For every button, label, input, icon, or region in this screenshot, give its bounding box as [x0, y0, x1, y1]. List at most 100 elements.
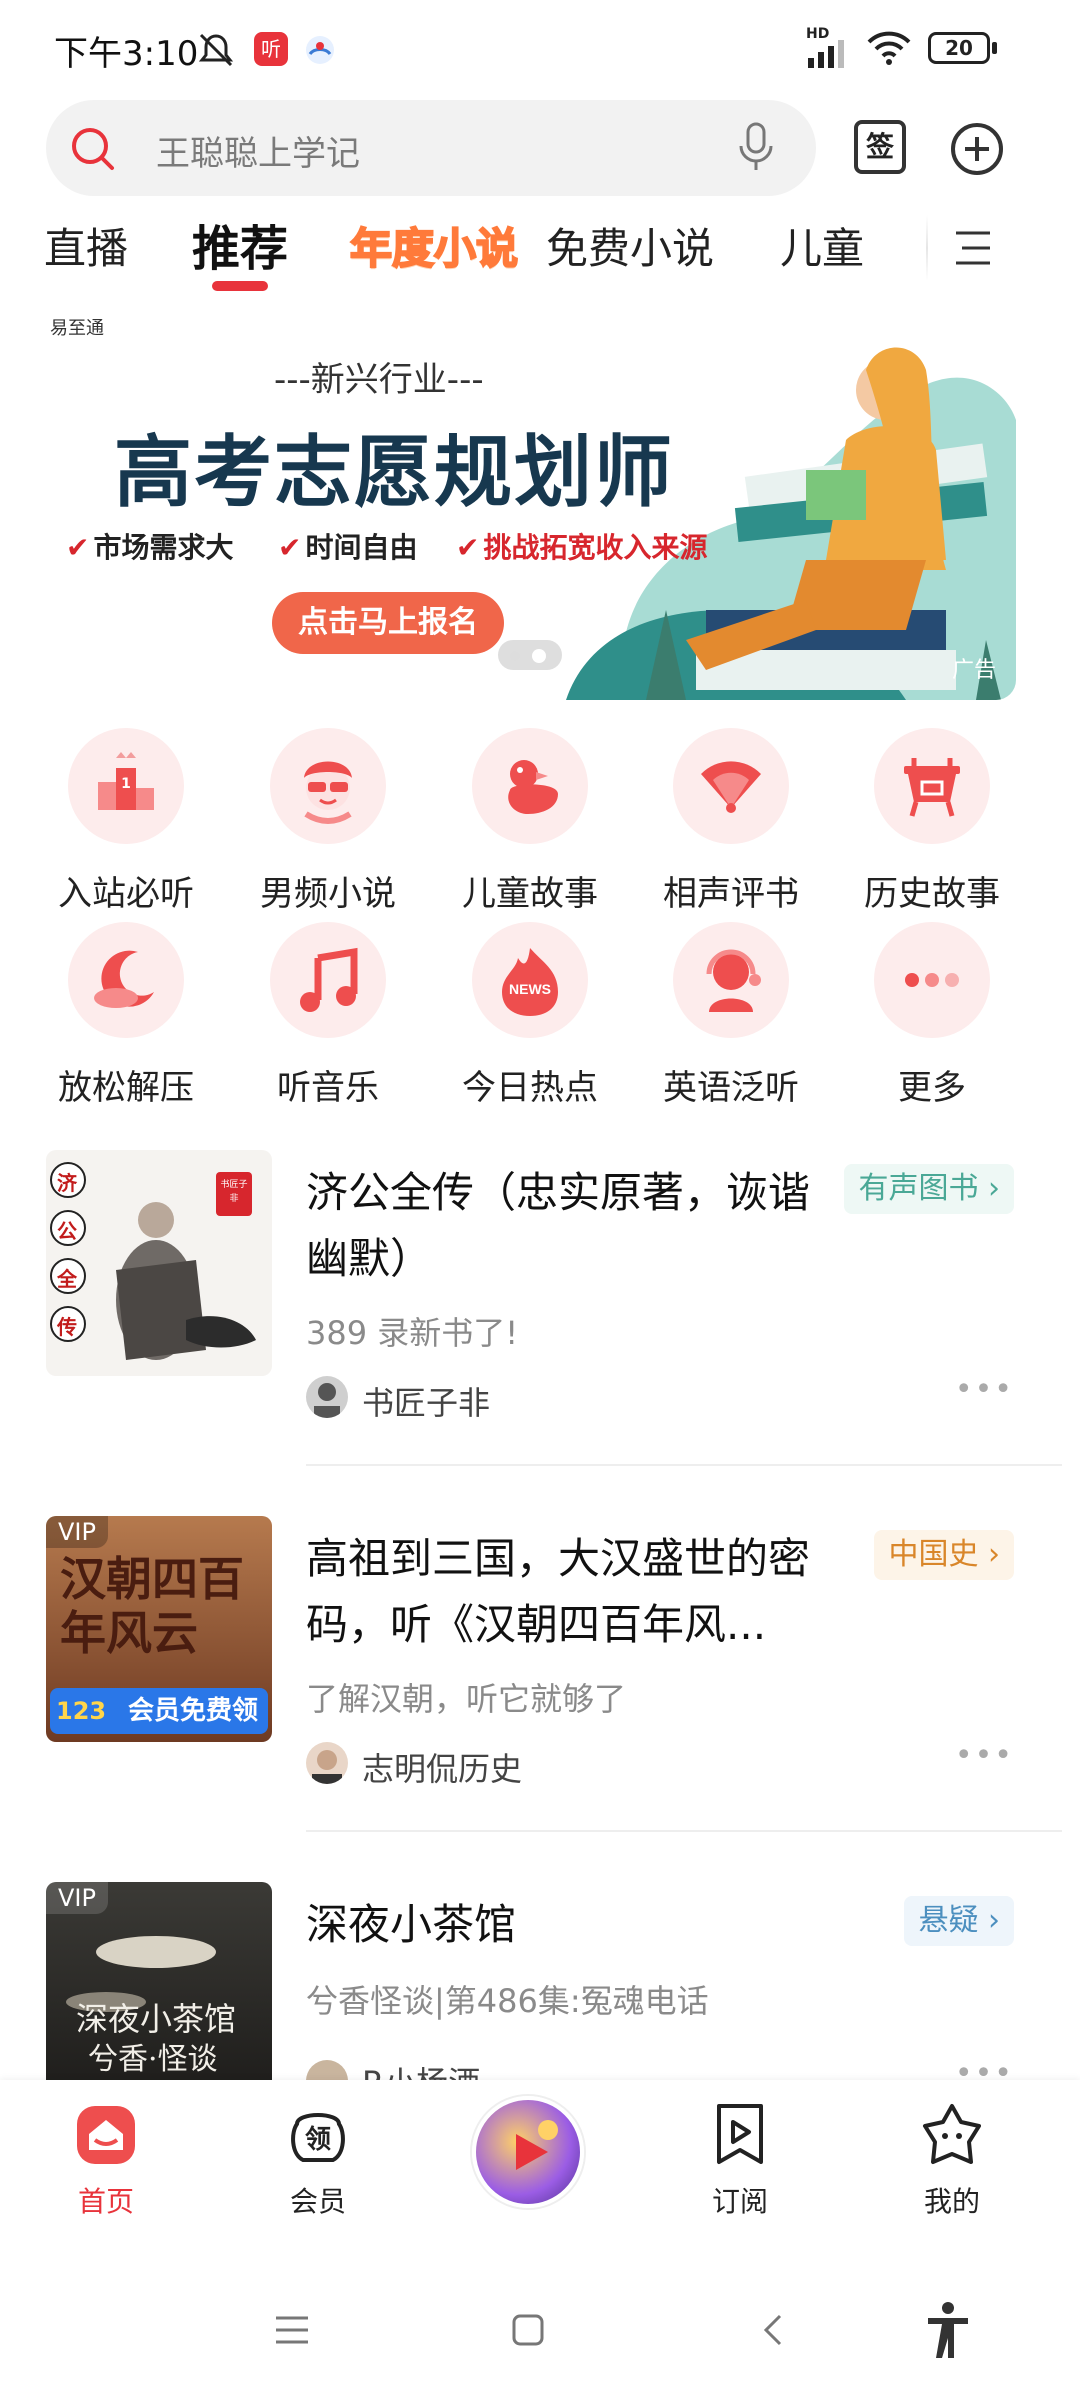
item-subtitle: 兮香怪谈|第486集:冤魂电话 — [306, 1982, 709, 2020]
category-label: 听音乐 — [277, 1068, 379, 1108]
category-label: 相声评书 — [663, 874, 799, 914]
svg-text:领: 领 — [305, 2124, 331, 2155]
category-label: 英语泛听 — [663, 1068, 799, 1108]
battery-tip — [992, 42, 997, 54]
cover-subtitle: 兮香·怪谈 — [88, 2042, 218, 2077]
podium-icon: 1 — [98, 752, 154, 810]
category-hot-news[interactable]: NEWS 今日热点 — [440, 922, 620, 1109]
item-title: 济公全传（忠实原著，诙谐幽默） — [306, 1168, 811, 1283]
category-more[interactable]: 更多 — [842, 922, 1022, 1109]
cover-char: 传 — [57, 1315, 77, 1339]
search-input[interactable]: 王聪聪上学记 — [46, 100, 816, 196]
category-relax[interactable]: 放松解压 — [36, 922, 216, 1109]
cover-image: VIP 深夜小茶馆 兮香·怪谈 — [46, 1882, 272, 2080]
category-kids-stories[interactable]: 儿童故事 — [440, 728, 620, 915]
ad-label: 广告 — [951, 658, 996, 683]
item-title: 高祖到三国，大汉盛世的密码，听《汉朝四百年风... — [306, 1534, 811, 1649]
tab-divider — [926, 215, 928, 281]
accessibility-icon[interactable] — [922, 2300, 974, 2360]
check-icon: ✔ — [278, 531, 302, 564]
category-label: 更多 — [898, 1068, 966, 1108]
star-face-icon — [923, 2104, 981, 2164]
tab-recommended[interactable]: 推荐 — [192, 209, 288, 279]
nav-profile[interactable]: 我的 — [882, 2100, 1022, 2220]
mute-bell-icon — [198, 33, 234, 67]
category-label: 儿童故事 — [462, 874, 598, 914]
category-english[interactable]: 英语泛听 — [641, 922, 821, 1109]
tab-annual-novels[interactable]: 年度小说 — [349, 215, 519, 276]
divider — [306, 1830, 1062, 1832]
battery-level: 20 — [945, 36, 973, 60]
more-options-icon[interactable]: ••• — [955, 1372, 1014, 1407]
category-label: 历史故事 — [864, 874, 1000, 914]
pagination-dot-active — [532, 649, 546, 663]
recents-menu-icon[interactable] — [272, 2310, 312, 2350]
promo-banner[interactable]: 易至通 ---新兴行业--- 高考志愿规划师 ✔ 市场需求大 ✔ 时间自由 ✔ 挑战拓… — [46, 310, 1016, 700]
status-time: 下午3:10 — [54, 34, 199, 74]
avatar-image — [312, 1750, 342, 1784]
category-crosstalk[interactable]: 相声评书 — [641, 728, 821, 915]
fan-icon — [701, 761, 761, 813]
category-label: 今日热点 — [462, 1068, 598, 1108]
item-tag[interactable]: 中国史 › — [874, 1530, 1014, 1580]
tab-free-novels[interactable]: 免费小说 — [546, 215, 714, 276]
avatar — [306, 2060, 348, 2080]
banner-feature-1: ✔ 市场需求大 — [66, 531, 234, 564]
author-name: 志明侃历史 — [362, 1750, 523, 1788]
more-options-icon[interactable]: ••• — [955, 1738, 1014, 1773]
more-options-icon[interactable]: ••• — [955, 2056, 1014, 2080]
back-icon[interactable] — [754, 2310, 794, 2350]
check-icon: ✔ — [66, 531, 90, 564]
list-item[interactable]: VIP 深夜小茶馆 兮香·怪谈 深夜小茶馆 悬疑 › 兮香怪谈|第486集:冤魂… — [0, 1882, 1080, 2080]
nav-home[interactable]: 首页 — [36, 2100, 176, 2220]
category-must-listen[interactable]: 1 入站必听 — [36, 728, 216, 915]
add-icon[interactable] — [950, 122, 1004, 176]
vip-badge: VIP — [46, 1516, 108, 1548]
headset-person-icon — [706, 949, 761, 1012]
bottom-navigation: 首页 领 会员 订阅 我的 — [0, 2080, 1080, 2260]
item-title: 深夜小茶馆 — [306, 1900, 517, 1949]
banner-brand: 易至通 — [50, 318, 104, 339]
bookmark-play-icon — [717, 2104, 763, 2164]
app-notification-icon-2 — [306, 36, 334, 64]
svg-text:NEWS: NEWS — [509, 981, 551, 997]
sign-in-button[interactable]: 签 — [854, 120, 906, 174]
category-label: 放松解压 — [58, 1068, 194, 1108]
list-item[interactable]: 济 公 全 传 书匠子非 济公全传（忠实原著，诙谐幽默） 有声图书 › 389 … — [0, 1150, 1080, 1480]
nav-label: 会员 — [289, 2185, 346, 2218]
cover-title: 汉朝四百年风云 — [60, 1552, 244, 1660]
battery-icon: 20 — [928, 32, 990, 64]
banner-title: 高考志愿规划师 — [114, 428, 675, 518]
search-placeholder: 王聪聪上学记 — [156, 134, 360, 174]
nav-vip[interactable]: 领 会员 — [248, 2100, 388, 2220]
item-tag[interactable]: 悬疑 › — [904, 1896, 1014, 1946]
play-badge-icon — [516, 2120, 558, 2170]
banner-signup-button[interactable]: 点击马上报名 — [272, 592, 504, 654]
featured-promo-icon[interactable] — [472, 2096, 584, 2208]
banner-pagination — [498, 640, 562, 670]
item-subtitle: 389 录新书了! — [306, 1314, 519, 1352]
cover-image: 济 公 全 传 书匠子非 — [46, 1150, 272, 1376]
tab-menu-icon[interactable] — [950, 225, 996, 271]
duck-icon — [508, 760, 558, 814]
more-dots-icon — [905, 973, 959, 987]
home-square-icon[interactable] — [508, 2310, 548, 2350]
home-icon — [77, 2106, 135, 2164]
tab-live[interactable]: 直播 — [44, 215, 128, 276]
item-tag[interactable]: 有声图书 › — [844, 1164, 1014, 1214]
status-bar: 下午3:10 听 HD 20 — [0, 0, 1080, 96]
list-item[interactable]: VIP 汉朝四百年风云 123 会员免费领 高祖到三国，大汉盛世的密码，听《汉朝… — [0, 1516, 1080, 1846]
divider — [306, 1464, 1062, 1466]
item-subtitle: 了解汉朝，听它就够了 — [306, 1680, 627, 1718]
category-male-novels[interactable]: 男频小说 — [238, 728, 418, 915]
microphone-icon[interactable] — [736, 122, 776, 174]
tab-children[interactable]: 儿童 — [780, 215, 864, 276]
category-history[interactable]: 历史故事 — [842, 728, 1022, 915]
nav-label: 订阅 — [711, 2185, 768, 2218]
cover-number: 123 — [56, 1697, 107, 1725]
category-music[interactable]: 听音乐 — [238, 922, 418, 1109]
cover-free-badge: 123 会员免费领 — [50, 1688, 268, 1734]
nav-subscriptions[interactable]: 订阅 — [670, 2100, 810, 2220]
avatar — [306, 1742, 348, 1784]
svg-text:1: 1 — [121, 776, 131, 792]
